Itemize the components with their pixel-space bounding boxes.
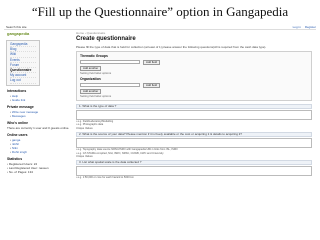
whos-online-text: There are currently 1 user and 0 guests … [7, 125, 70, 130]
organization-select[interactable] [80, 83, 140, 87]
online-user-link[interactable]: Rohit singh [10, 150, 74, 154]
statistics-heading: Statistics [7, 156, 23, 161]
question-2: 2. What is the source of your data? Plea… [76, 132, 312, 158]
question-label: 1. What is the type of data ? [76, 104, 312, 109]
organization-options-link[interactable]: Setting field label options [80, 94, 308, 98]
slide-title: “Fill up the Questionnaire” option in Ga… [31, 4, 289, 19]
organization-add-another-button[interactable]: Add another [80, 88, 102, 94]
question-answer-field[interactable] [76, 138, 312, 149]
add-another-button[interactable]: Add another [80, 65, 102, 71]
sidebar: gangapedia Gangapedia Blog Wiki Events F… [4, 31, 74, 236]
private-message-heading: Private message [7, 104, 34, 109]
question-label: 2. What is the source of your data? Plea… [76, 132, 312, 138]
organization-add-field-button[interactable]: Add field [143, 82, 160, 88]
question-answer-field[interactable] [76, 166, 312, 177]
main-content: Home › Questionnaire Create questionnair… [76, 31, 312, 236]
whos-online-heading: Who's online [7, 120, 28, 125]
online-users-heading: Online users [7, 132, 28, 137]
page-title: Create questionnaire [76, 36, 136, 42]
page-description: Please fill the type of data that is hel… [76, 45, 267, 49]
question-answer-field[interactable] [76, 110, 312, 120]
thematic-group-select[interactable] [80, 60, 140, 64]
interactions-heading: Interactions [7, 88, 27, 93]
login-link[interactable]: Log in [293, 25, 301, 29]
field-options-link[interactable]: Setting field label options [80, 71, 308, 75]
thematic-group-panel: Thematic Groups Add field Add another Se… [76, 51, 312, 101]
add-field-button[interactable]: Add field [143, 59, 160, 65]
screenshot-panel: Search this site Log in Register gangape… [4, 24, 316, 236]
question-label: 3. List what spatial scale is the data c… [76, 160, 312, 166]
question-link[interactable]: Unique Values [76, 155, 312, 158]
site-logo[interactable]: gangapedia [4, 31, 74, 39]
messages-link[interactable]: Messages [10, 114, 74, 118]
question-1: 1. What is the type of data ? e.g. Field… [76, 104, 312, 130]
question-hint: e.g. 1:50,000 or core for each hazard to… [76, 176, 312, 179]
top-bar: Search this site Log in Register [4, 24, 316, 30]
statistics-line: No. of Pages: 134 [7, 170, 74, 174]
guide-link[interactable]: Guide link [10, 98, 74, 102]
register-link[interactable]: Register [305, 25, 316, 29]
site-search-label[interactable]: Search this site [6, 25, 27, 29]
question-link[interactable]: Unique Values [76, 127, 312, 130]
sidebar-item-log-out[interactable]: Log out [10, 78, 36, 84]
question-3: 3. List what spatial scale is the data c… [76, 160, 312, 179]
sidebar-nav: Gangapedia Blog Wiki Events Forum Questi… [6, 40, 40, 86]
